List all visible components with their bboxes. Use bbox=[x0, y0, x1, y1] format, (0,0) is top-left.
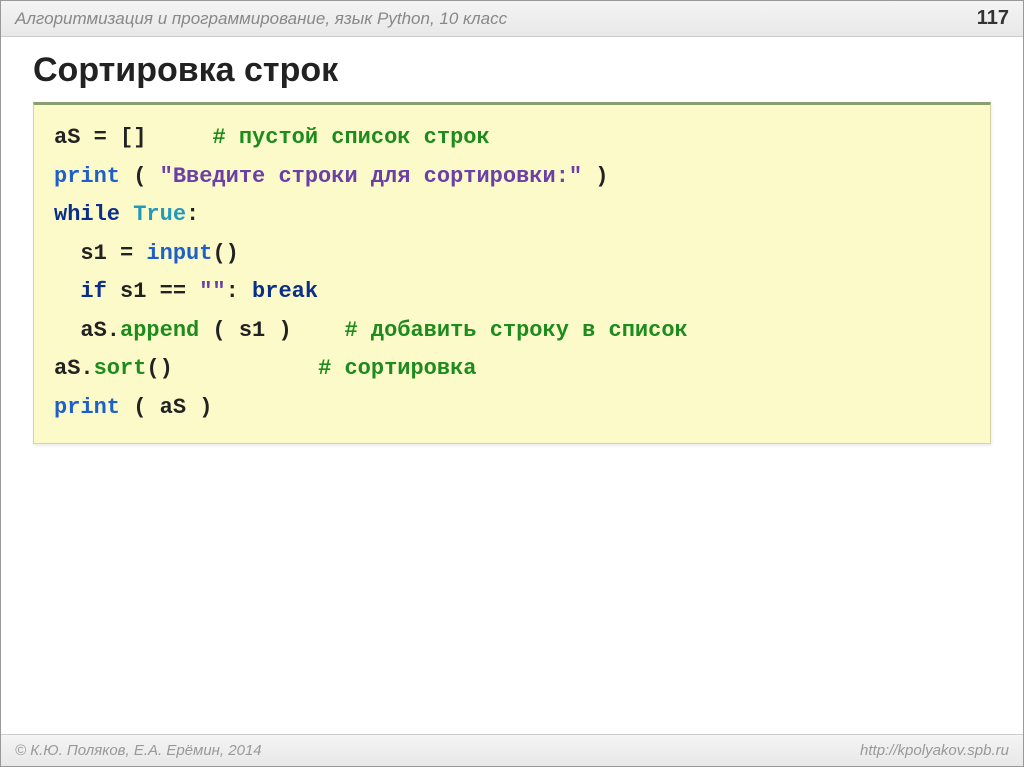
code-line-6: aS.append ( s1 ) # добавить строку в спи… bbox=[54, 312, 970, 351]
footer-copyright: © К.Ю. Поляков, Е.А. Ерёмин, 2014 bbox=[15, 742, 262, 759]
code-line-3: while True: bbox=[54, 196, 970, 235]
code-line-5: if s1 == "": break bbox=[54, 273, 970, 312]
code-line-8: print ( aS ) bbox=[54, 389, 970, 428]
code-line-7: aS.sort() # сортировка bbox=[54, 350, 970, 389]
slide-title: Сортировка строк bbox=[1, 37, 1023, 102]
header-bar: Алгоритмизация и программирование, язык … bbox=[1, 1, 1023, 37]
footer-url: http://kpolyakov.spb.ru bbox=[860, 742, 1009, 759]
code-line-4: s1 = input() bbox=[54, 235, 970, 274]
footer-bar: © К.Ю. Поляков, Е.А. Ерёмин, 2014 http:/… bbox=[1, 734, 1023, 766]
page-number: 117 bbox=[977, 7, 1009, 30]
code-line-2: print ( "Введите строки для сортировки:"… bbox=[54, 158, 970, 197]
code-block: aS = [] # пустой список строк print ( "В… bbox=[33, 102, 991, 444]
header-title: Алгоритмизация и программирование, язык … bbox=[15, 9, 507, 29]
code-line-1: aS = [] # пустой список строк bbox=[54, 119, 970, 158]
